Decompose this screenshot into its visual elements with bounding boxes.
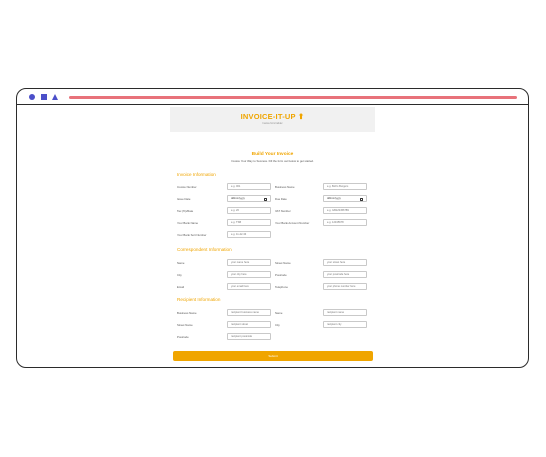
- bank-name-label: Your Bank Name: [177, 221, 199, 225]
- calendar-icon[interactable]: [360, 197, 363, 201]
- tax-rate-label: Tax (%)/Rate: [177, 209, 194, 213]
- recipient-postcode-input[interactable]: [227, 333, 271, 340]
- bank-name-input[interactable]: [227, 219, 271, 226]
- sort-code-label: Your Bank Sort Number: [177, 233, 207, 237]
- invoice-number-input[interactable]: [227, 183, 271, 190]
- correspondent-street-label: Street Name: [275, 261, 291, 265]
- invoice-number-label: Invoice Number: [177, 185, 197, 189]
- tax-rate-input[interactable]: [227, 207, 271, 214]
- correspondent-name-input[interactable]: [227, 259, 271, 266]
- correspondent-name-label: Name: [177, 261, 185, 265]
- recipient-street-label: Street Name: [177, 323, 193, 327]
- brand-logo: INVOICE-IT-UP ⬆: [170, 112, 375, 121]
- upload-arrow-icon: ⬆: [297, 112, 305, 121]
- due-date-value: dd/mm/yyyy: [327, 197, 341, 200]
- site-header: INVOICE-IT-UP ⬆ Invoice form builder: [170, 107, 375, 132]
- correspondent-city-label: City: [177, 273, 182, 277]
- triangle-icon[interactable]: [52, 94, 58, 100]
- recipient-street-input[interactable]: [227, 321, 271, 328]
- issue-date-input[interactable]: dd/mm/yyyy: [227, 195, 271, 202]
- brand-tagline: Invoice form builder: [262, 123, 283, 125]
- browser-toolbar: [17, 89, 528, 105]
- business-name-input[interactable]: [323, 183, 367, 190]
- correspondent-email-label: Email: [177, 285, 184, 289]
- correspondent-telephone-input[interactable]: [323, 283, 367, 290]
- due-date-label: Due Date: [275, 197, 287, 201]
- bank-account-label: Your Bank Account Number: [275, 221, 310, 225]
- circle-icon[interactable]: [29, 94, 35, 100]
- submit-button[interactable]: Submit: [173, 351, 373, 361]
- square-icon[interactable]: [41, 94, 47, 100]
- recipient-business-name-label: Business Name: [177, 311, 197, 315]
- section-invoice-heading: Invoice Information: [177, 172, 216, 177]
- brand-name: INVOICE-IT-UP: [240, 112, 296, 121]
- calendar-icon[interactable]: [264, 197, 267, 201]
- correspondent-telephone-label: Telephone: [275, 285, 288, 289]
- correspondent-city-input[interactable]: [227, 271, 271, 278]
- recipient-name-label: Name: [275, 311, 283, 315]
- vat-number-input[interactable]: [323, 207, 367, 214]
- section-correspondent-heading: Correspondent Information: [177, 247, 232, 252]
- recipient-postcode-label: Postcode: [177, 335, 189, 339]
- correspondent-email-input[interactable]: [227, 283, 271, 290]
- correspondent-postcode-input[interactable]: [323, 271, 367, 278]
- section-recipient-heading: Recipient Information: [177, 297, 221, 302]
- correspondent-street-input[interactable]: [323, 259, 367, 266]
- correspondent-postcode-label: Postcode: [275, 273, 287, 277]
- issue-date-value: dd/mm/yyyy: [231, 197, 245, 200]
- page-subtitle: Invoice Your Way to Success. Fill the fo…: [231, 159, 314, 163]
- bank-account-input[interactable]: [323, 219, 367, 226]
- vat-number-label: VAT Number: [275, 209, 291, 213]
- recipient-business-name-input[interactable]: [227, 309, 271, 316]
- business-name-label: Business Name: [275, 185, 295, 189]
- recipient-city-label: City: [275, 323, 280, 327]
- issue-date-label: Issue Date: [177, 197, 191, 201]
- sort-code-input[interactable]: [227, 231, 271, 238]
- recipient-name-input[interactable]: [323, 309, 367, 316]
- due-date-input[interactable]: dd/mm/yyyy: [323, 195, 367, 202]
- page-title: Build Your Invoice: [251, 152, 294, 157]
- browser-window: INVOICE-IT-UP ⬆ Invoice form builder Bui…: [16, 88, 529, 368]
- recipient-city-input[interactable]: [323, 321, 367, 328]
- address-bar[interactable]: [69, 95, 517, 99]
